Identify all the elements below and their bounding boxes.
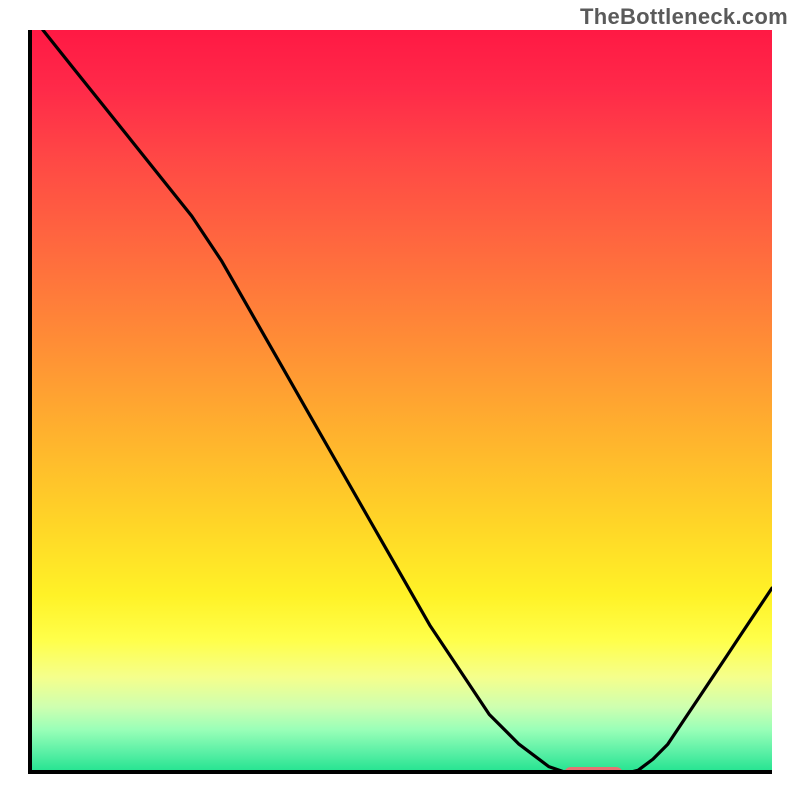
chart-container: TheBottleneck.com	[0, 0, 800, 800]
y-axis-line	[28, 30, 32, 774]
watermark-text: TheBottleneck.com	[580, 4, 788, 30]
plot-area	[28, 30, 772, 774]
x-axis-line	[28, 770, 772, 774]
bottleneck-curve	[28, 30, 772, 774]
